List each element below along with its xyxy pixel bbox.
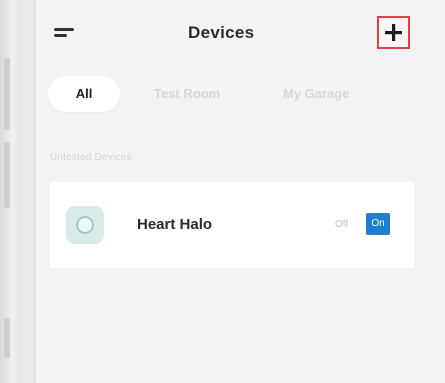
device-side-button: [4, 58, 10, 130]
tab-all[interactable]: All: [48, 76, 120, 112]
device-name: Heart Halo: [137, 216, 213, 233]
device-card[interactable]: Heart Halo Off On: [50, 182, 414, 268]
devices-screen: Devices All Test Room My Garage Untested…: [34, 0, 445, 383]
add-device-button[interactable]: [377, 16, 410, 49]
tab-my-garage[interactable]: My Garage: [283, 76, 403, 112]
app-screenshot: Devices All Test Room My Garage Untested…: [0, 0, 445, 383]
menu-line: [54, 34, 67, 37]
device-side-button: [4, 142, 10, 208]
hamburger-menu-icon[interactable]: [54, 26, 76, 40]
device-frame-edge: [0, 0, 22, 383]
menu-line: [54, 28, 74, 31]
page-title: Devices: [188, 23, 255, 42]
section-heading: Untested Devices: [50, 152, 132, 163]
app-header: Devices: [36, 0, 445, 66]
plus-icon: [385, 24, 402, 41]
toggle-on-button[interactable]: On: [366, 213, 390, 235]
tab-test-room[interactable]: Test Room: [154, 76, 254, 112]
filter-tabs: All Test Room My Garage: [36, 72, 445, 116]
toggle-off-option[interactable]: Off: [335, 219, 348, 230]
device-icon: [66, 206, 104, 244]
device-side-button: [4, 318, 10, 358]
device-ring-icon: [76, 216, 94, 234]
